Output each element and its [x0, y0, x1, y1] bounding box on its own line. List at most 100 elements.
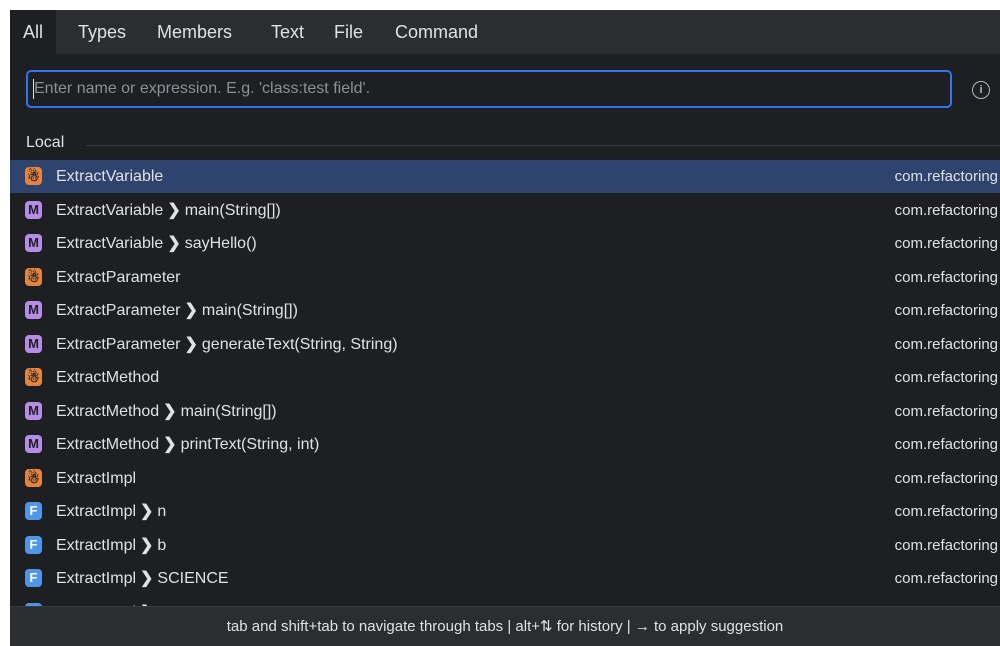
result-name: ExtractParameter ❯ generateText(String, St…	[56, 328, 398, 361]
result-name: ExtractImpl❯SPORTS	[56, 596, 223, 607]
tab-types[interactable]: Types	[78, 10, 126, 54]
result-member: generateText(String, String)	[201, 335, 398, 353]
result-name: ExtractImpl ❯ SCIENCE	[56, 562, 229, 595]
result-name: ExtractImpl	[56, 462, 136, 495]
result-package: com.refactoring	[895, 596, 998, 607]
method-icon: M	[25, 401, 42, 420]
result-row[interactable]: ☃ ExtractParameter com.refactoring	[10, 261, 1000, 294]
result-name: ExtractVariable ❯ main(String[])	[56, 194, 281, 227]
result-name: ExtractImpl ❯ n	[56, 495, 166, 528]
tab-file[interactable]: File	[334, 10, 363, 54]
class-icon: ☃	[25, 267, 42, 286]
result-row[interactable]: FExtractImpl❯SPORTScom.refactoring	[10, 596, 1000, 607]
chevron-right-icon: ❯	[163, 402, 177, 420]
result-package: com.refactoring	[894, 235, 998, 252]
result-package: com.refactoring	[894, 402, 998, 420]
result-owner: ExtractMethod	[56, 369, 160, 386]
result-owner: ExtractImpl	[56, 469, 137, 487]
class-icon: ☃	[25, 368, 42, 386]
info-icon[interactable]: i	[972, 81, 990, 99]
result-package: com.refactoring	[894, 570, 998, 587]
chevron-right-icon: ❯	[140, 536, 154, 554]
tab-text[interactable]: Text	[271, 10, 304, 54]
result-package: com.refactoring	[894, 469, 998, 487]
result-owner: ExtractParameter	[56, 268, 181, 286]
result-name: ExtractVariable	[56, 160, 163, 193]
footer-hint-bar: tab and shift+tab to navigate through ta…	[10, 606, 1000, 646]
result-row[interactable]: F ExtractImpl ❯ b com.refactoring	[10, 529, 1000, 562]
result-row[interactable]: F ExtractImpl ❯ SCIENCE com.refactoring	[10, 562, 1000, 595]
result-owner: ExtractImpl	[56, 503, 137, 520]
result-owner: ExtractMethod	[56, 436, 160, 453]
result-member: main(String[])	[180, 402, 277, 420]
method-icon: M	[25, 334, 42, 353]
result-member: printText(String, int)	[180, 436, 320, 453]
result-package: com.refactoring	[894, 503, 998, 520]
result-name: ExtractImpl ❯ b	[56, 529, 166, 562]
method-icon: M	[25, 301, 42, 319]
result-owner: ExtractParameter	[56, 302, 181, 319]
chevron-right-icon: ❯	[163, 436, 177, 453]
footer-hint-text: tab and shift+tab to navigate through ta…	[226, 618, 784, 635]
result-package: com.refactoring	[894, 436, 998, 453]
result-owner: ExtractVariable	[56, 201, 164, 219]
result-package: com.refactoring	[894, 268, 998, 286]
result-name: ExtractMethod ❯ main(String[])	[56, 395, 277, 428]
result-member: sayHello()	[184, 235, 257, 252]
result-name: ExtractMethod ❯ printText(String, int)	[56, 428, 319, 461]
method-icon: M	[25, 435, 42, 453]
result-row[interactable]: M ExtractVariable ❯ main(String[]) com.refac…	[10, 194, 1000, 227]
result-member: main(String[])	[201, 302, 298, 319]
result-row[interactable]: ☃ ExtractVariable com.refactoring	[10, 160, 1000, 193]
result-member: main(String[])	[184, 201, 281, 219]
tab-members[interactable]: Members	[157, 10, 232, 54]
chevron-right-icon: ❯	[184, 335, 198, 353]
result-package: com.refactoring	[894, 201, 998, 219]
result-row[interactable]: ☃ ExtractMethod com.refactoring	[10, 361, 1000, 394]
result-member: n	[157, 503, 167, 520]
result-package: com.refactoring	[894, 168, 998, 185]
result-row[interactable]: M ExtractParameter ❯ main(String[]) com.refa…	[10, 294, 1000, 327]
result-owner: ExtractVariable	[56, 168, 164, 185]
result-package: com.refactoring	[894, 335, 998, 353]
result-name: ExtractVariable ❯ sayHello()	[56, 227, 257, 260]
search-input[interactable]	[34, 72, 934, 106]
result-member: b	[157, 536, 167, 554]
tab-all[interactable]: All	[10, 10, 56, 54]
result-package: com.refactoring	[894, 536, 998, 554]
chevron-right-icon: ❯	[167, 235, 181, 252]
result-row[interactable]: F ExtractImpl ❯ n com.refactoring	[10, 495, 1000, 528]
search-field[interactable]	[26, 70, 952, 108]
method-icon: M	[25, 234, 42, 252]
result-row[interactable]: M ExtractParameter ❯ generateText(String, S…	[10, 328, 1000, 361]
search-everywhere-popup: All Types Members Text File Command i Lo…	[10, 10, 1000, 646]
result-package: com.refactoring	[894, 302, 998, 319]
result-member: SCIENCE	[157, 570, 229, 587]
result-owner: ExtractVariable	[56, 235, 164, 252]
class-icon: ☃	[25, 468, 42, 487]
chevron-right-icon: ❯	[184, 302, 198, 319]
section-divider	[86, 145, 1000, 146]
field-icon: F	[25, 502, 42, 520]
field-icon: F	[25, 569, 42, 587]
result-name: ExtractParameter ❯ main(String[])	[56, 294, 298, 327]
result-owner: ExtractImpl	[56, 536, 137, 554]
result-owner: ExtractParameter	[56, 335, 181, 353]
section-header-local: Local	[26, 134, 65, 151]
tab-command[interactable]: Command	[395, 10, 478, 54]
chevron-right-icon: ❯	[140, 570, 154, 587]
chevron-right-icon: ❯	[140, 503, 154, 520]
chevron-right-icon: ❯	[167, 201, 181, 219]
result-row[interactable]: M ExtractMethod ❯ main(String[]) com.refacto…	[10, 395, 1000, 428]
result-owner: ExtractMethod	[56, 402, 160, 420]
class-icon: ☃	[25, 167, 42, 185]
result-row[interactable]: M ExtractVariable ❯ sayHello() com.refactori…	[10, 227, 1000, 260]
result-row[interactable]: M ExtractMethod ❯ printText(String, int) com…	[10, 428, 1000, 461]
result-owner: ExtractImpl	[56, 570, 137, 587]
results-list: ☃ ExtractVariable com.refactoring M ExtractV…	[10, 160, 1000, 606]
result-name: ExtractMethod	[56, 361, 159, 394]
result-row[interactable]: ☃ ExtractImpl com.refactoring	[10, 462, 1000, 495]
result-package: com.refactoring	[894, 369, 998, 386]
method-icon: M	[25, 200, 42, 219]
field-icon: F	[25, 535, 42, 554]
